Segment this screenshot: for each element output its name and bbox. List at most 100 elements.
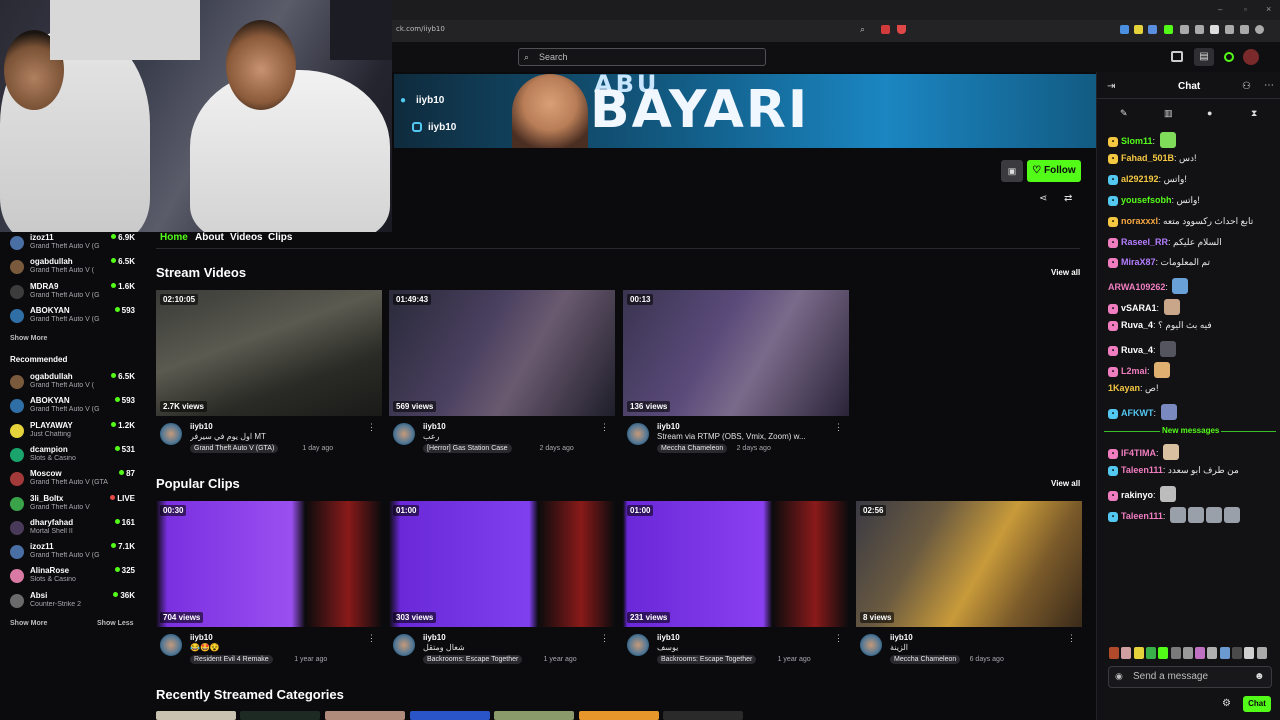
video-title[interactable]: Stream via RTMP (OBS, Vmix, Zoom) w...	[657, 432, 833, 441]
emote-icon[interactable]	[1158, 647, 1169, 659]
emote-icon[interactable]	[1244, 647, 1255, 659]
emote-icon[interactable]	[1182, 647, 1193, 659]
sidebar-channel[interactable]: izoz11 Grand Theft Auto V (G 6.9K	[10, 233, 135, 255]
emote-icon[interactable]	[1207, 647, 1218, 659]
channel-name[interactable]: iiyb10	[190, 422, 213, 431]
lightbulb-icon[interactable]: ◉	[1115, 671, 1123, 682]
sidebar-channel[interactable]: 3li_Boltx Grand Theft Auto V LIVE	[10, 494, 135, 516]
show-more-link[interactable]: Show More	[10, 335, 47, 342]
chat-bubble-icon[interactable]: ●	[1207, 108, 1212, 118]
maximize-icon[interactable]: ▫	[1244, 5, 1247, 14]
category-card[interactable]	[410, 711, 490, 720]
sidebar-channel[interactable]: ogabdullah Grand Theft Auto V (6.5K	[10, 257, 135, 279]
channel-name[interactable]: iiyb10	[657, 422, 680, 431]
chat-username[interactable]: Ruva_4	[1121, 320, 1153, 330]
chat-username[interactable]: IF4TIMA	[1121, 448, 1156, 458]
hourglass-icon[interactable]: ⧗	[1251, 108, 1257, 119]
send-chat-button[interactable]: Chat	[1243, 696, 1271, 712]
channel-avatar[interactable]	[160, 634, 182, 656]
emote-icon[interactable]	[1232, 647, 1242, 659]
more-options-icon[interactable]: ⋮	[834, 422, 843, 433]
sidebar-channel[interactable]: izoz11 Grand Theft Auto V (G 7.1K	[10, 542, 135, 564]
show-more-link[interactable]: Show More	[10, 620, 47, 627]
view-all-clips-link[interactable]: View all	[1051, 479, 1080, 488]
gift-button[interactable]: ▣	[1001, 160, 1023, 182]
chat-username[interactable]: Ruva_4	[1121, 345, 1153, 355]
chat-username[interactable]: MiraX87	[1121, 257, 1156, 267]
chat-username[interactable]: Taleen111	[1121, 465, 1163, 475]
banner-social-2[interactable]: iiyb10	[428, 122, 456, 133]
category-card[interactable]	[240, 711, 320, 720]
video-thumbnail[interactable]: 01:00 303 views	[389, 501, 615, 627]
video-thumbnail[interactable]: 01:00 231 views	[623, 501, 849, 627]
minimize-icon[interactable]: –	[1218, 5, 1222, 14]
emote-icon[interactable]	[1256, 647, 1267, 659]
emote-icon[interactable]	[1109, 647, 1119, 659]
channel-avatar[interactable]	[393, 423, 415, 445]
chat-username[interactable]: Taleen111	[1121, 511, 1163, 521]
chat-username[interactable]: Raseel_RR	[1121, 237, 1168, 247]
video-thumbnail[interactable]: 01:49:43 569 views	[389, 290, 615, 416]
extension-icon[interactable]	[881, 25, 890, 34]
chat-username[interactable]: AFKWT	[1121, 408, 1154, 418]
channel-name[interactable]: iiyb10	[423, 422, 446, 431]
extension-icon[interactable]	[1180, 25, 1189, 34]
emoji-icon[interactable]: ☻	[1254, 671, 1265, 682]
extension-icon[interactable]	[1148, 25, 1157, 34]
extension-icon[interactable]	[1240, 25, 1249, 34]
sidebar-channel[interactable]: dcampion Slots & Casino 531	[10, 445, 135, 467]
collapse-chat-icon[interactable]: ⇥	[1107, 81, 1115, 92]
chat-username[interactable]: rakinyo	[1121, 490, 1153, 500]
profile-icon[interactable]	[1255, 25, 1264, 34]
emote-icon[interactable]	[1219, 647, 1230, 659]
video-title[interactable]: اول يوم في سيرفر MT	[190, 432, 366, 441]
video-title[interactable]: الزينة	[890, 643, 1066, 652]
emote-icon[interactable]	[1170, 647, 1181, 659]
emote-icon[interactable]	[1195, 647, 1206, 659]
category-card[interactable]	[325, 711, 405, 720]
banner-social-1[interactable]: iiyb10	[416, 95, 444, 106]
video-title[interactable]: يوسف	[657, 643, 833, 652]
video-thumbnail[interactable]: 02:10:05 2.7K views	[156, 290, 382, 416]
category-tag[interactable]: Meccha Chameleon	[890, 655, 961, 664]
channel-avatar[interactable]	[160, 423, 182, 445]
more-options-icon[interactable]: ⋮	[834, 633, 843, 644]
channel-name[interactable]: iiyb10	[890, 633, 913, 642]
category-tag[interactable]: [Herror] Gas Station Case	[423, 444, 512, 453]
chat-username[interactable]: vSARA1	[1121, 303, 1157, 313]
extension-icon[interactable]	[1210, 25, 1219, 34]
channel-avatar[interactable]	[627, 423, 649, 445]
channel-avatar[interactable]	[860, 634, 882, 656]
trash-icon[interactable]: ▥	[1164, 108, 1173, 119]
chat-username[interactable]: noraxxxl	[1121, 216, 1158, 226]
video-thumbnail[interactable]: 00:30 704 views	[156, 501, 382, 627]
sidebar-channel[interactable]: MDRA9 Grand Theft Auto V (G 1.6K	[10, 282, 135, 304]
layout-icon[interactable]	[1171, 51, 1183, 62]
emote-icon[interactable]	[1145, 647, 1156, 659]
settings-icon[interactable]: ⚙	[1222, 698, 1231, 709]
pin-icon[interactable]: ✎	[1120, 108, 1128, 119]
category-tag[interactable]: Meccha Chameleon	[657, 444, 728, 453]
more-options-icon[interactable]: ⋮	[600, 633, 609, 644]
extension-icon[interactable]	[1225, 25, 1234, 34]
chat-username[interactable]: al292192	[1121, 174, 1159, 184]
emote-icon[interactable]	[1121, 647, 1132, 659]
close-icon[interactable]: ×	[1266, 4, 1271, 14]
sidebar-channel[interactable]: AlinaRose Slots & Casino 325	[10, 566, 135, 588]
category-card[interactable]	[579, 711, 659, 720]
sidebar-channel[interactable]: ogabdullah Grand Theft Auto V (6.5K	[10, 372, 135, 394]
tab-about[interactable]: About	[195, 232, 224, 243]
chat-username[interactable]: Slom11	[1121, 136, 1153, 146]
zoom-icon[interactable]: ⌕	[860, 24, 865, 35]
tab-videos[interactable]: Videos	[230, 232, 263, 243]
show-less-link[interactable]: Show Less	[97, 620, 134, 627]
channel-avatar[interactable]	[393, 634, 415, 656]
extension-icon[interactable]	[1134, 25, 1143, 34]
sidebar-channel[interactable]: Moscow Grand Theft Auto V (GTA) 87	[10, 469, 135, 491]
category-tag[interactable]: Backrooms: Escape Together	[657, 655, 757, 664]
extension-icon[interactable]	[1120, 25, 1129, 34]
category-tag[interactable]: Backrooms: Escape Together	[423, 655, 523, 664]
category-card[interactable]	[663, 711, 743, 720]
more-icon[interactable]: ⋯	[1264, 80, 1274, 91]
sidebar-channel[interactable]: dharyfahad Mortal Shell II 161	[10, 518, 135, 540]
